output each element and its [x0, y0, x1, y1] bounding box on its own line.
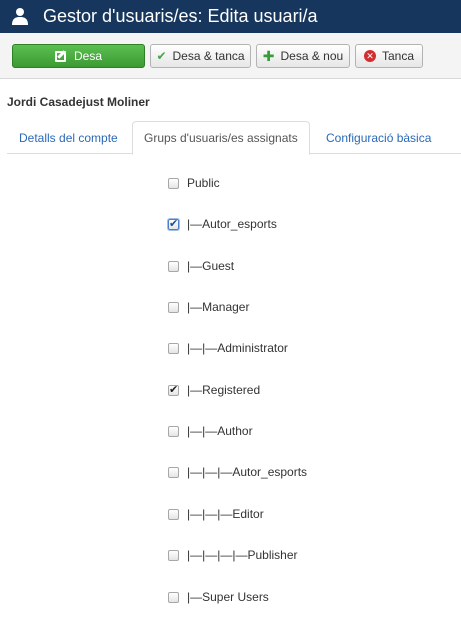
group-checkbox[interactable]	[168, 301, 179, 313]
save-close-button[interactable]: ✔ Desa & tanca	[150, 44, 251, 68]
group-label: |—|—|—Editor	[187, 507, 264, 521]
edit-icon	[54, 50, 66, 62]
page-title: Gestor d'usuaris/es: Edita usuari/a	[43, 6, 318, 26]
group-checkbox[interactable]	[168, 177, 179, 189]
group-checkbox[interactable]	[168, 260, 179, 272]
group-label: |—Manager	[187, 300, 250, 314]
save-button[interactable]: Desa	[12, 44, 145, 68]
group-row[interactable]: Public	[168, 168, 220, 198]
toolbar: Desa ✔ Desa & tanca ✚ Desa & nou ✕ Tanca	[0, 33, 461, 79]
group-label: Public	[187, 176, 220, 190]
save-new-button[interactable]: ✚ Desa & nou	[256, 44, 350, 68]
close-button[interactable]: ✕ Tanca	[355, 44, 423, 68]
page-header: Gestor d'usuaris/es: Edita usuari/a	[0, 0, 461, 33]
group-row[interactable]: |—Autor_esports	[168, 209, 277, 239]
group-label: |—|—|—Autor_esports	[187, 465, 308, 479]
group-row[interactable]: |—|—|—Editor	[168, 499, 264, 529]
tab-bar: Detalls del compte Grups d'usuaris/es as…	[7, 121, 461, 155]
user-icon	[12, 8, 28, 25]
group-checkbox[interactable]	[168, 217, 179, 230]
plus-icon: ✚	[262, 47, 275, 64]
group-checkbox[interactable]	[168, 591, 179, 603]
group-label: |—Guest	[187, 259, 235, 273]
group-checkbox[interactable]	[168, 508, 179, 520]
group-checkbox[interactable]	[168, 342, 179, 354]
save-new-button-label: Desa & nou	[280, 49, 344, 63]
checkmark-icon: ✔	[156, 49, 167, 63]
group-row[interactable]: |—Super Users	[168, 582, 269, 612]
group-label: |—|—|—|—Publisher	[187, 548, 298, 562]
save-button-label: Desa	[73, 49, 102, 63]
close-button-label: Tanca	[381, 49, 415, 63]
tab-basic-settings[interactable]: Configuració bàsica	[315, 121, 442, 154]
group-label: |—|—Author	[187, 424, 253, 438]
group-label: |—Super Users	[187, 590, 269, 604]
group-label: |—|—Administrator	[187, 341, 288, 355]
group-row[interactable]: |—Guest	[168, 251, 234, 281]
user-name-heading: Jordi Casadejust Moliner	[7, 95, 150, 109]
group-row[interactable]: |—|—|—|—Publisher	[168, 540, 298, 570]
group-checkbox[interactable]	[168, 425, 179, 437]
group-label: |—Registered	[187, 383, 261, 397]
group-row[interactable]: |—|—|—Autor_esports	[168, 457, 307, 487]
save-close-button-label: Desa & tanca	[172, 49, 245, 63]
tab-assigned-groups[interactable]: Grups d'usuaris/es assignats	[132, 121, 310, 155]
group-checkbox[interactable]	[168, 549, 179, 561]
group-row[interactable]: |—|—Administrator	[168, 333, 288, 363]
group-row[interactable]: |—Manager	[168, 292, 249, 322]
group-row[interactable]: |—|—Author	[168, 416, 253, 446]
group-label: |—Autor_esports	[187, 217, 277, 231]
group-checkbox[interactable]	[168, 383, 179, 396]
tab-account-details[interactable]: Detalls del compte	[8, 121, 129, 154]
group-checkbox[interactable]	[168, 466, 179, 478]
group-row[interactable]: |—Registered	[168, 375, 260, 405]
close-icon: ✕	[363, 50, 376, 62]
